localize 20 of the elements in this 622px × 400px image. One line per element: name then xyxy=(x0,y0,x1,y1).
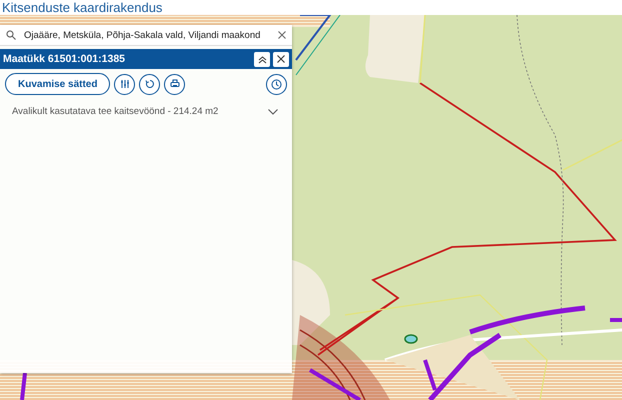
settings-button[interactable]: Kuvamise sätted xyxy=(5,73,110,95)
app-title: Kitsenduste kaardirakendus xyxy=(2,0,162,15)
printer-icon xyxy=(170,79,180,89)
close-icon xyxy=(277,55,285,63)
sliders-icon xyxy=(120,79,130,89)
chevron-icon[interactable] xyxy=(268,108,278,114)
restriction-label[interactable]: Avalikult kasutatava tee kaitsevöönd - 214.24 m2 xyxy=(12,106,218,117)
search-field[interactable]: Ojaääre, Metsküla, Põhja-Sakala vald, Viljandi maakond xyxy=(0,25,292,46)
print-button[interactable] xyxy=(164,74,186,94)
refresh-button[interactable] xyxy=(139,74,160,94)
close-button[interactable] xyxy=(273,52,289,66)
collapse-button[interactable] xyxy=(254,52,270,66)
history-button[interactable] xyxy=(266,74,287,94)
search-icon xyxy=(6,30,16,40)
panel-title: Maatükk 61501:001:1385 xyxy=(3,53,126,65)
refresh-icon xyxy=(144,79,155,89)
sliders-button[interactable] xyxy=(114,74,136,94)
double-chevron-up-icon xyxy=(258,54,266,64)
clear-icon[interactable] xyxy=(278,31,286,39)
clock-icon xyxy=(271,78,282,90)
